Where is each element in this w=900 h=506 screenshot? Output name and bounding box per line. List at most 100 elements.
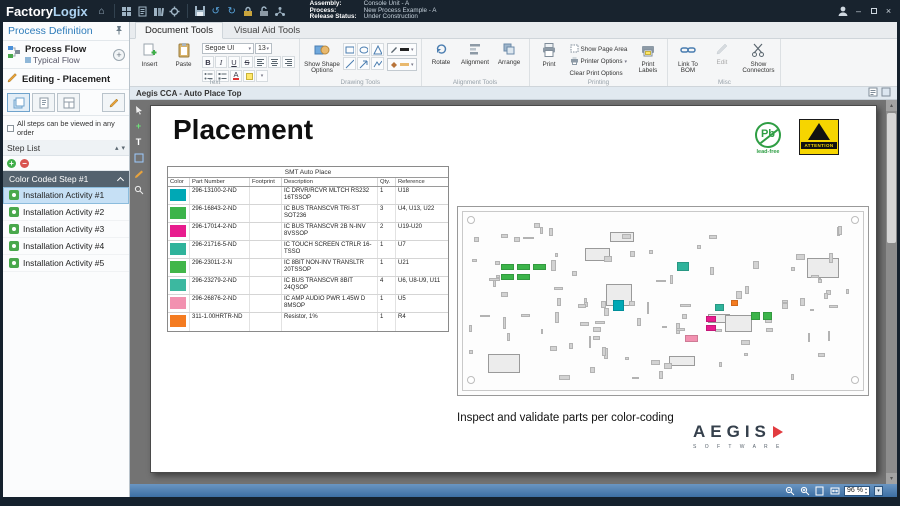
doc-properties-icon[interactable] — [868, 87, 878, 99]
italic-button[interactable]: I — [215, 56, 227, 68]
close-button[interactable]: × — [881, 5, 896, 18]
document-page[interactable]: Placement Pb lead-free ATTENTION SMT Aut… — [150, 105, 877, 473]
expand-icon[interactable]: ▾ — [121, 144, 125, 152]
select-tool-icon[interactable] — [133, 104, 145, 116]
align-left-icon[interactable] — [254, 56, 267, 68]
step-item[interactable]: Installation Activity #4 — [3, 238, 129, 255]
print-button[interactable]: Print — [534, 41, 565, 68]
step-item[interactable]: Installation Activity #1 — [3, 187, 129, 204]
zoom-tool-icon[interactable] — [133, 184, 145, 196]
view-documents-button[interactable] — [32, 93, 55, 112]
alignment-button[interactable]: Alignment — [460, 41, 491, 66]
shape-tool-icon[interactable] — [133, 152, 145, 164]
zoom-level-input[interactable]: 96 % ▴▾ — [844, 486, 870, 496]
insert-button[interactable]: Insert — [134, 41, 165, 68]
align-center-icon[interactable] — [268, 56, 281, 68]
ribbon-group-misc: Link To BOM Edit Show Connectors Misc — [668, 39, 781, 86]
smt-table-row: 296-13100-2-NDIC DRVR/RCVR MLTCH RS232 1… — [168, 187, 448, 205]
pcb-component — [572, 271, 578, 277]
redo-icon[interactable]: ↻ — [225, 4, 239, 18]
font-family-select[interactable]: Segoe UI▾ — [202, 43, 254, 54]
step-item[interactable]: Installation Activity #3 — [3, 221, 129, 238]
remove-step-icon[interactable]: − — [20, 159, 29, 168]
home-icon[interactable]: ⌂ — [95, 4, 109, 18]
color-swatch — [170, 315, 186, 327]
strikethrough-button[interactable]: S — [241, 56, 253, 68]
process-flow-row[interactable]: Process Flow Typical Flow + — [3, 41, 129, 69]
clear-print-options-button[interactable]: Clear Print Options — [568, 68, 630, 79]
arrow-shape-icon[interactable] — [357, 57, 370, 70]
view-layout-button[interactable] — [57, 93, 80, 112]
ellipse-shape-icon[interactable] — [357, 43, 370, 56]
underline-button[interactable]: U — [228, 56, 240, 68]
document-canvas[interactable]: + T Placement Pb lead-free ATTENTION — [130, 100, 897, 484]
step-group-header[interactable]: Color Coded Step #1 — [3, 171, 129, 187]
show-page-area-button[interactable]: Show Page Area — [568, 44, 630, 55]
zoom-out-icon[interactable] — [784, 485, 795, 496]
minimize-button[interactable]: – — [851, 5, 866, 18]
pin-icon[interactable] — [114, 25, 124, 38]
vertical-scrollbar[interactable]: ▴ ▾ — [886, 100, 897, 484]
paste-button[interactable]: Paste — [168, 41, 199, 68]
undo-icon[interactable]: ↺ — [209, 4, 223, 18]
lead-free-caption: lead-free — [751, 149, 785, 155]
align-right-icon[interactable] — [282, 56, 295, 68]
pcb-component — [656, 280, 666, 282]
fill-color-picker[interactable]: ▾ — [387, 58, 417, 71]
view-steps-button[interactable] — [7, 93, 30, 112]
settings-gear-icon[interactable] — [168, 4, 182, 18]
user-icon[interactable] — [836, 4, 850, 18]
save-icon[interactable] — [193, 4, 207, 18]
rotate-button[interactable]: Rotate — [426, 41, 457, 66]
smt-auto-place-table[interactable]: SMT Auto Place ColorPart NumberFootprint… — [167, 166, 449, 332]
lock-icon[interactable] — [241, 4, 255, 18]
fit-page-icon[interactable] — [814, 485, 825, 496]
print-labels-button[interactable]: Print Labels — [632, 41, 663, 75]
scroll-up-icon[interactable]: ▴ — [886, 100, 897, 111]
add-flow-button[interactable]: + — [113, 49, 125, 61]
printer-options-button[interactable]: Printer Options ▾ — [568, 56, 630, 67]
order-checkbox[interactable] — [7, 125, 14, 132]
pcb-component — [682, 314, 686, 319]
grid-view-icon[interactable] — [120, 4, 134, 18]
tab-document-tools[interactable]: Document Tools — [135, 22, 223, 39]
text-tool-icon[interactable]: T — [133, 136, 145, 148]
line-color-picker[interactable]: ▾ — [387, 43, 417, 56]
link-to-bom-button[interactable]: Link To BOM — [672, 41, 703, 75]
pcb-component — [715, 329, 722, 332]
fit-width-icon[interactable] — [829, 485, 840, 496]
triangle-shape-icon[interactable] — [371, 43, 384, 56]
sidebar-toolbar — [3, 90, 129, 116]
arrange-button[interactable]: Arrange — [494, 41, 525, 66]
scroll-down-icon[interactable]: ▾ — [886, 473, 897, 484]
polyline-shape-icon[interactable] — [371, 57, 384, 70]
line-shape-icon[interactable] — [343, 57, 356, 70]
step-item[interactable]: Installation Activity #2 — [3, 204, 129, 221]
restore-button[interactable] — [866, 5, 881, 18]
show-shape-options-button[interactable]: Show Shape Options — [304, 41, 340, 75]
pencil-tool-icon[interactable] — [133, 168, 145, 180]
add-item-icon[interactable]: + — [133, 120, 145, 132]
workflow-icon[interactable] — [273, 4, 287, 18]
font-size-select[interactable]: 13▾ — [255, 43, 272, 54]
add-step-icon[interactable]: + — [7, 159, 16, 168]
edit-step-button[interactable] — [102, 93, 125, 112]
show-connectors-button[interactable]: Show Connectors — [740, 41, 776, 75]
library-icon[interactable] — [152, 4, 166, 18]
pcb-component — [651, 360, 660, 364]
rectangle-shape-icon[interactable] — [343, 43, 356, 56]
unlock-icon[interactable] — [257, 4, 271, 18]
step-item[interactable]: Installation Activity #5 — [3, 255, 129, 272]
tab-visual-aid-tools[interactable]: Visual Aid Tools — [225, 23, 309, 38]
scrollbar-thumb[interactable] — [887, 113, 896, 243]
documents-icon[interactable] — [136, 4, 150, 18]
pcb-diagram[interactable] — [457, 206, 869, 396]
zoom-dropdown[interactable]: ▾ — [874, 486, 883, 496]
edit-button[interactable]: Edit — [706, 41, 737, 66]
collapse-icon[interactable]: ▴ — [115, 144, 119, 152]
doc-refresh-icon[interactable] — [881, 87, 891, 99]
table-cell: 3 — [378, 205, 396, 222]
pcb-component — [736, 291, 741, 300]
zoom-in-icon[interactable] — [799, 485, 810, 496]
bold-button[interactable]: B — [202, 56, 214, 68]
